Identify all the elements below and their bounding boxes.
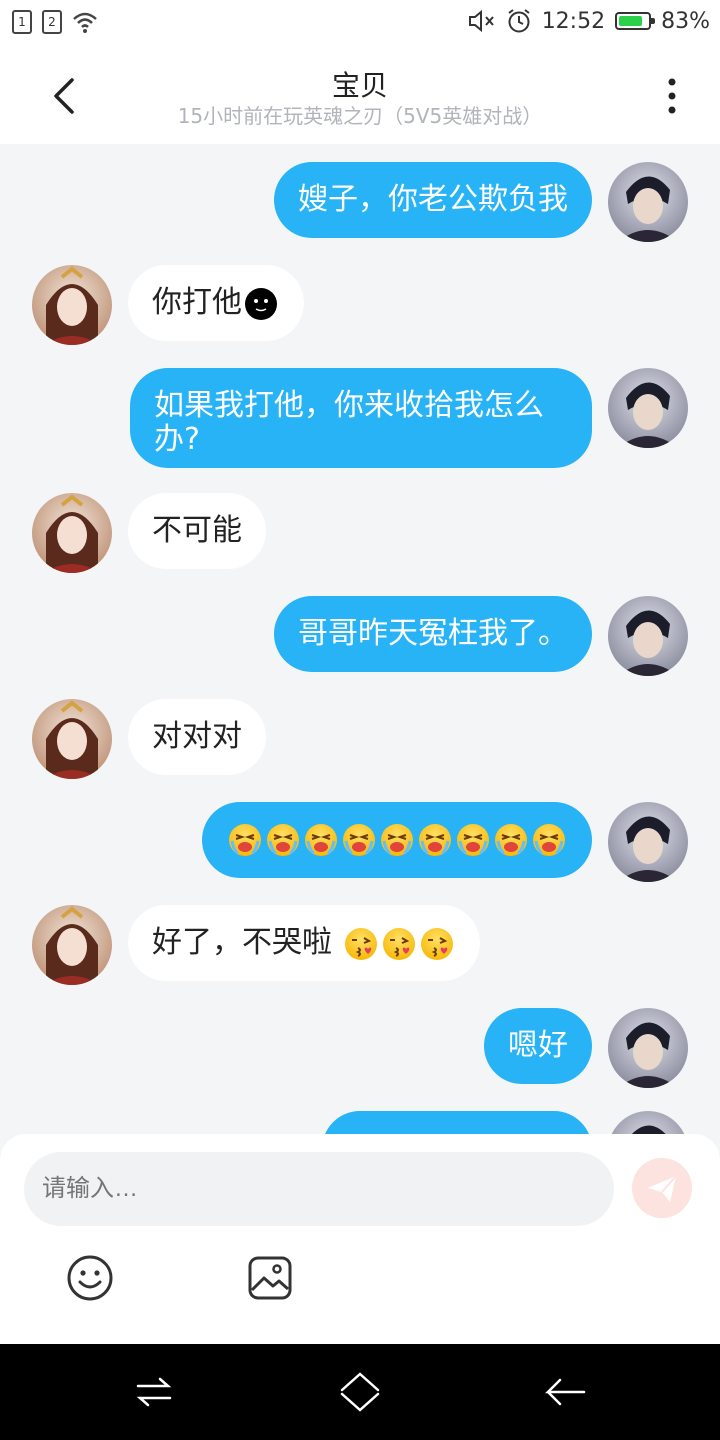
contact-avatar[interactable] <box>32 905 112 985</box>
status-bar: 1 2 12:52 83% <box>0 0 720 48</box>
my-avatar[interactable] <box>608 368 688 448</box>
crying-emoji <box>381 823 413 856</box>
battery-percent: 83% <box>661 8 710 34</box>
dark-face-emoji <box>245 287 277 320</box>
contact-avatar[interactable] <box>32 493 112 573</box>
kissing-emoji <box>382 927 415 960</box>
message-text: 好了，不哭啦 <box>152 925 332 960</box>
my-avatar[interactable] <box>608 802 688 882</box>
outgoing-message-bubble[interactable]: 如果我打他，你来收拾我怎么办? <box>130 368 592 468</box>
image-icon[interactable] <box>246 1254 294 1302</box>
outgoing-message-bubble[interactable]: 哥哥昨天冤枉我了。 <box>274 596 592 672</box>
chat-header: 宝贝 15小时前在玩英魂之刃（5V5英雄对战） <box>0 48 720 144</box>
emoji-icon[interactable] <box>66 1254 114 1302</box>
incoming-message-bubble[interactable]: 好了，不哭啦 <box>128 905 480 981</box>
kissing-emoji <box>344 927 377 960</box>
incoming-message-bubble[interactable]: 对对对 <box>128 699 266 775</box>
incoming-message-bubble[interactable]: 你打他 <box>128 265 304 341</box>
incoming-message-bubble[interactable]: 不可能 <box>128 493 266 569</box>
message-text: 嫂子，你老公欺负我 <box>298 182 568 217</box>
send-icon[interactable] <box>632 1158 692 1218</box>
crying-emoji <box>305 823 337 856</box>
contact-avatar[interactable] <box>32 699 112 779</box>
my-avatar[interactable] <box>608 1111 688 1134</box>
contact-avatar[interactable] <box>32 265 112 345</box>
message-text: 如果我打他，你来收拾我怎么办? <box>154 388 544 457</box>
back-icon[interactable] <box>544 1370 588 1414</box>
crying-emoji <box>533 823 565 856</box>
home-icon[interactable] <box>338 1370 382 1414</box>
sim2-icon: 2 <box>42 10 62 34</box>
crying-emoji <box>495 823 527 856</box>
more-options-icon[interactable] <box>652 76 692 116</box>
crying-emoji <box>457 823 489 856</box>
composer-panel <box>0 1134 720 1344</box>
contact-name: 宝贝 <box>331 69 388 102</box>
message-text: 哥哥昨天冤枉我了。 <box>298 616 568 651</box>
battery-icon <box>615 12 656 30</box>
crying-emoji <box>229 823 261 856</box>
clock-time: 12:52 <box>541 8 606 34</box>
my-avatar[interactable] <box>608 596 688 676</box>
mute-icon <box>468 9 494 33</box>
crying-emoji <box>343 823 375 856</box>
sim1-icon: 1 <box>12 10 32 34</box>
alarm-icon <box>508 9 530 33</box>
crying-emoji <box>419 823 451 856</box>
outgoing-message-bubble[interactable] <box>322 1111 592 1134</box>
kissing-emoji <box>420 927 453 960</box>
my-avatar[interactable] <box>608 162 688 242</box>
chat-message-list[interactable]: 嫂子，你老公欺负我 你打他 如果我打他，你来收拾我怎么办? 不可能 哥哥昨天冤枉… <box>0 144 720 1134</box>
my-avatar[interactable] <box>608 1008 688 1088</box>
message-text: 不可能 <box>152 513 242 548</box>
message-text: 嗯好 <box>508 1028 568 1063</box>
message-text: 你打他 <box>152 285 242 320</box>
outgoing-message-bubble[interactable]: 嫂子，你老公欺负我 <box>274 162 592 238</box>
recent-apps-icon[interactable] <box>132 1370 176 1414</box>
crying-emoji <box>267 823 299 856</box>
outgoing-message-bubble[interactable]: 嗯好 <box>484 1008 592 1084</box>
system-navigation-bar <box>0 1344 720 1440</box>
message-input[interactable] <box>24 1152 614 1226</box>
wifi-icon <box>73 12 97 33</box>
message-text: 对对对 <box>152 719 242 754</box>
contact-status: 15小时前在玩英魂之刃（5V5英雄对战） <box>177 104 543 128</box>
outgoing-message-bubble[interactable] <box>202 802 592 878</box>
